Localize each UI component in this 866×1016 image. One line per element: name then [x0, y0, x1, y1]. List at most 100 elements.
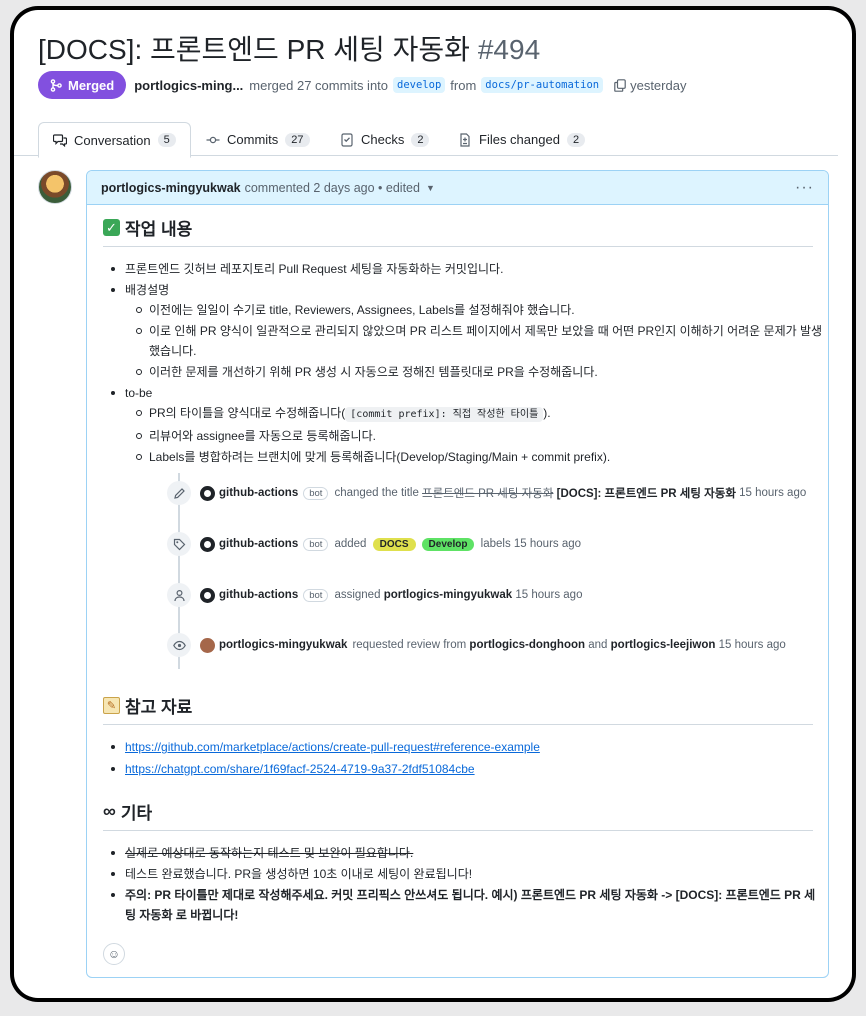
list-item: 배경설명 이전에는 일일이 수기로 title, Reviewers, Assi…: [103, 280, 822, 382]
user-avatar[interactable]: [200, 637, 215, 653]
list-item: Labels를 병합하려는 브랜치에 맞게 등록해줍니다(Develop/Sta…: [125, 447, 813, 467]
comment-author[interactable]: portlogics-mingyukwak: [101, 181, 241, 195]
actor-link[interactable]: github-actions: [219, 589, 298, 601]
bg-item-2-cont: 했습니다.: [149, 344, 197, 358]
etc-heading-text: 기타: [120, 804, 153, 823]
event-time[interactable]: 15 hours ago: [514, 538, 581, 550]
reviewer-link[interactable]: portlogics-donghoon: [469, 639, 585, 651]
list-item: 리뷰어와 assignee를 자동으로 등록해줍니다.: [125, 426, 813, 446]
event-text: requested review from: [352, 639, 467, 651]
assignee-link[interactable]: portlogics-mingyukwak: [384, 589, 512, 601]
etc-item-3-cont: 팅 자동화 로 바뀝니다!: [125, 908, 239, 922]
github-actions-avatar[interactable]: [200, 587, 215, 603]
refs-heading: ✎ 참고 자료: [103, 693, 813, 725]
bot-badge: bot: [303, 486, 329, 500]
etc-heading: ∞ 기타: [103, 799, 813, 831]
event-time[interactable]: 15 hours ago: [739, 487, 806, 499]
bg-item-2: 이로 인해 PR 양식이 일관적으로 관리되지 않았으며 PR 리스트 페이지에…: [149, 324, 823, 338]
tab-checks[interactable]: Checks 2: [326, 122, 443, 157]
list-item: 이로 인해 PR 양식이 일관적으로 관리되지 않았으며 PR 리스트 페이지에…: [125, 321, 822, 361]
list-item: https://github.com/marketplace/actions/c…: [103, 737, 813, 757]
timeline: github-actions bot changed the title 프론트…: [103, 473, 813, 679]
timeline-event-review: portlogics-mingyukwak requested review f…: [167, 631, 786, 659]
actor-link[interactable]: github-actions: [219, 487, 298, 499]
memo-icon: ✎: [103, 697, 120, 714]
actor-link[interactable]: github-actions: [219, 538, 298, 550]
etc-list: 실제로 예상대로 동작하는지 테스트 및 보완이 필요합니다. 테스트 완료했습…: [103, 843, 815, 925]
event-time[interactable]: 15 hours ago: [515, 589, 582, 601]
event-time[interactable]: 15 hours ago: [719, 639, 786, 651]
tab-conversation-label: Conversation: [74, 132, 151, 148]
actor-link[interactable]: portlogics-mingyukwak: [219, 639, 347, 651]
comment-body: ✓ 작업 내용 프론트엔드 깃허브 레포지토리 Pull Request 세팅을…: [103, 215, 822, 925]
work-list: 프론트엔드 깃허브 레포지토리 Pull Request 세팅을 자동화하는 커…: [103, 259, 822, 467]
list-item: 프론트엔드 깃허브 레포지토리 Pull Request 세팅을 자동화하는 커…: [103, 259, 813, 279]
etc-item-2: 테스트 완료했습니다. PR을 생성하면 10초 이내로 세팅이 완료됩니다!: [125, 867, 473, 881]
bot-badge: bot: [303, 588, 329, 602]
label-docs[interactable]: DOCS: [372, 537, 416, 551]
merge-icon: [50, 78, 62, 92]
work-item-1: 프론트엔드 깃허브 레포지토리 Pull Request 세팅을 자동화하는 커…: [125, 262, 504, 276]
comment-header: portlogics-mingyukwak commented 2 days a…: [87, 171, 828, 205]
conversation-icon: [53, 134, 67, 147]
tobe-list: PR의 타이틀을 양식대로 수정해줍니다([commit prefix]: 직접…: [125, 403, 813, 467]
pencil-icon: [167, 481, 191, 505]
tag-icon: [167, 532, 191, 556]
reviewer-link[interactable]: portlogics-leejiwon: [611, 639, 716, 651]
commit-icon: [206, 136, 220, 143]
new-title: [DOCS]: 프론트엔드 PR 세팅 자동화: [556, 488, 736, 500]
tab-files-count: 2: [566, 132, 586, 147]
github-actions-avatar[interactable]: [200, 485, 215, 501]
timeline-event-assigned: github-actions bot assigned portlogics-m…: [167, 581, 582, 609]
avatar[interactable]: [38, 170, 72, 204]
event-text: added: [334, 538, 367, 550]
comment-meta[interactable]: commented 2 days ago: [245, 181, 375, 195]
github-actions-avatar[interactable]: [200, 536, 215, 552]
work-heading: ✓ 작업 내용: [103, 215, 813, 247]
work-item-3: to-be: [125, 386, 153, 400]
from-text: from: [450, 77, 477, 93]
tab-files-changed[interactable]: Files changed 2: [444, 122, 599, 157]
list-item: 이러한 문제를 개선하기 위해 PR 생성 시 자동으로 정해진 템플릿대로 P…: [125, 362, 813, 382]
bg-item-1: 이전에는 일일이 수기로 title, Reviewers, Assignees…: [149, 303, 575, 317]
list-item: 이전에는 일일이 수기로 title, Reviewers, Assignees…: [125, 300, 813, 320]
old-title: 프론트엔드 PR 세팅 자동화: [422, 488, 554, 500]
label-develop[interactable]: Develop: [421, 537, 475, 551]
bg-item-3: 이러한 문제를 개선하기 위해 PR 생성 시 자동으로 정해진 템플릿대로 P…: [149, 365, 598, 379]
checks-icon: [341, 132, 353, 147]
comment-box: portlogics-mingyukwak commented 2 days a…: [86, 170, 829, 978]
list-item: 테스트 완료했습니다. PR을 생성하면 10초 이내로 세팅이 완료됩니다!: [103, 864, 813, 884]
merged-label: Merged: [68, 77, 115, 93]
file-diff-icon: [460, 132, 470, 147]
tab-checks-label: Checks: [361, 132, 405, 147]
background-list: 이전에는 일일이 수기로 title, Reviewers, Assignees…: [125, 300, 822, 382]
tobe-item-1-pre: PR의 타이틀을 양식대로 수정해줍니다(: [149, 406, 346, 420]
ref-link-2[interactable]: https://chatgpt.com/share/1f69facf-2524-…: [125, 762, 475, 776]
tab-conversation-count: 5: [157, 133, 176, 147]
base-branch[interactable]: develop: [393, 77, 446, 93]
tab-commits[interactable]: Commits 27: [192, 122, 324, 157]
event-text: changed the title: [334, 487, 419, 499]
check-mark-icon: ✓: [103, 219, 120, 236]
pr-author-link[interactable]: portlogics-ming...: [134, 78, 243, 93]
smiley-icon[interactable]: ☺: [103, 943, 125, 965]
list-item: 실제로 예상대로 동작하는지 테스트 및 보완이 필요합니다.: [103, 843, 813, 863]
tab-files-label: Files changed: [479, 132, 560, 147]
pr-meta: Merged portlogics-ming... merged 27 comm…: [38, 70, 686, 100]
work-item-2: 배경설명: [125, 283, 170, 297]
merge-action-text: merged 27 commits into: [249, 77, 389, 93]
chevron-down-icon[interactable]: ▼: [426, 183, 435, 193]
head-branch[interactable]: docs/pr-automation: [481, 77, 604, 93]
more-options-icon[interactable]: ···: [795, 179, 814, 197]
tobe-item-1-post: ).: [543, 406, 551, 420]
refs-heading-text: 참고 자료: [125, 698, 193, 717]
infinity-icon: ∞: [103, 801, 116, 821]
copy-icon[interactable]: [614, 78, 626, 92]
ref-link-1[interactable]: https://github.com/marketplace/actions/c…: [125, 740, 540, 754]
tab-conversation[interactable]: Conversation 5: [38, 122, 191, 158]
commit-prefix-code: [commit prefix]: 직접 작성한 타이틀: [345, 407, 544, 422]
edited-menu[interactable]: • edited: [378, 181, 420, 195]
pr-number: #494: [477, 34, 541, 65]
work-heading-text: 작업 내용: [125, 220, 193, 239]
pr-tabs: Conversation 5 Commits 27 Checks 2 Files…: [14, 122, 838, 158]
